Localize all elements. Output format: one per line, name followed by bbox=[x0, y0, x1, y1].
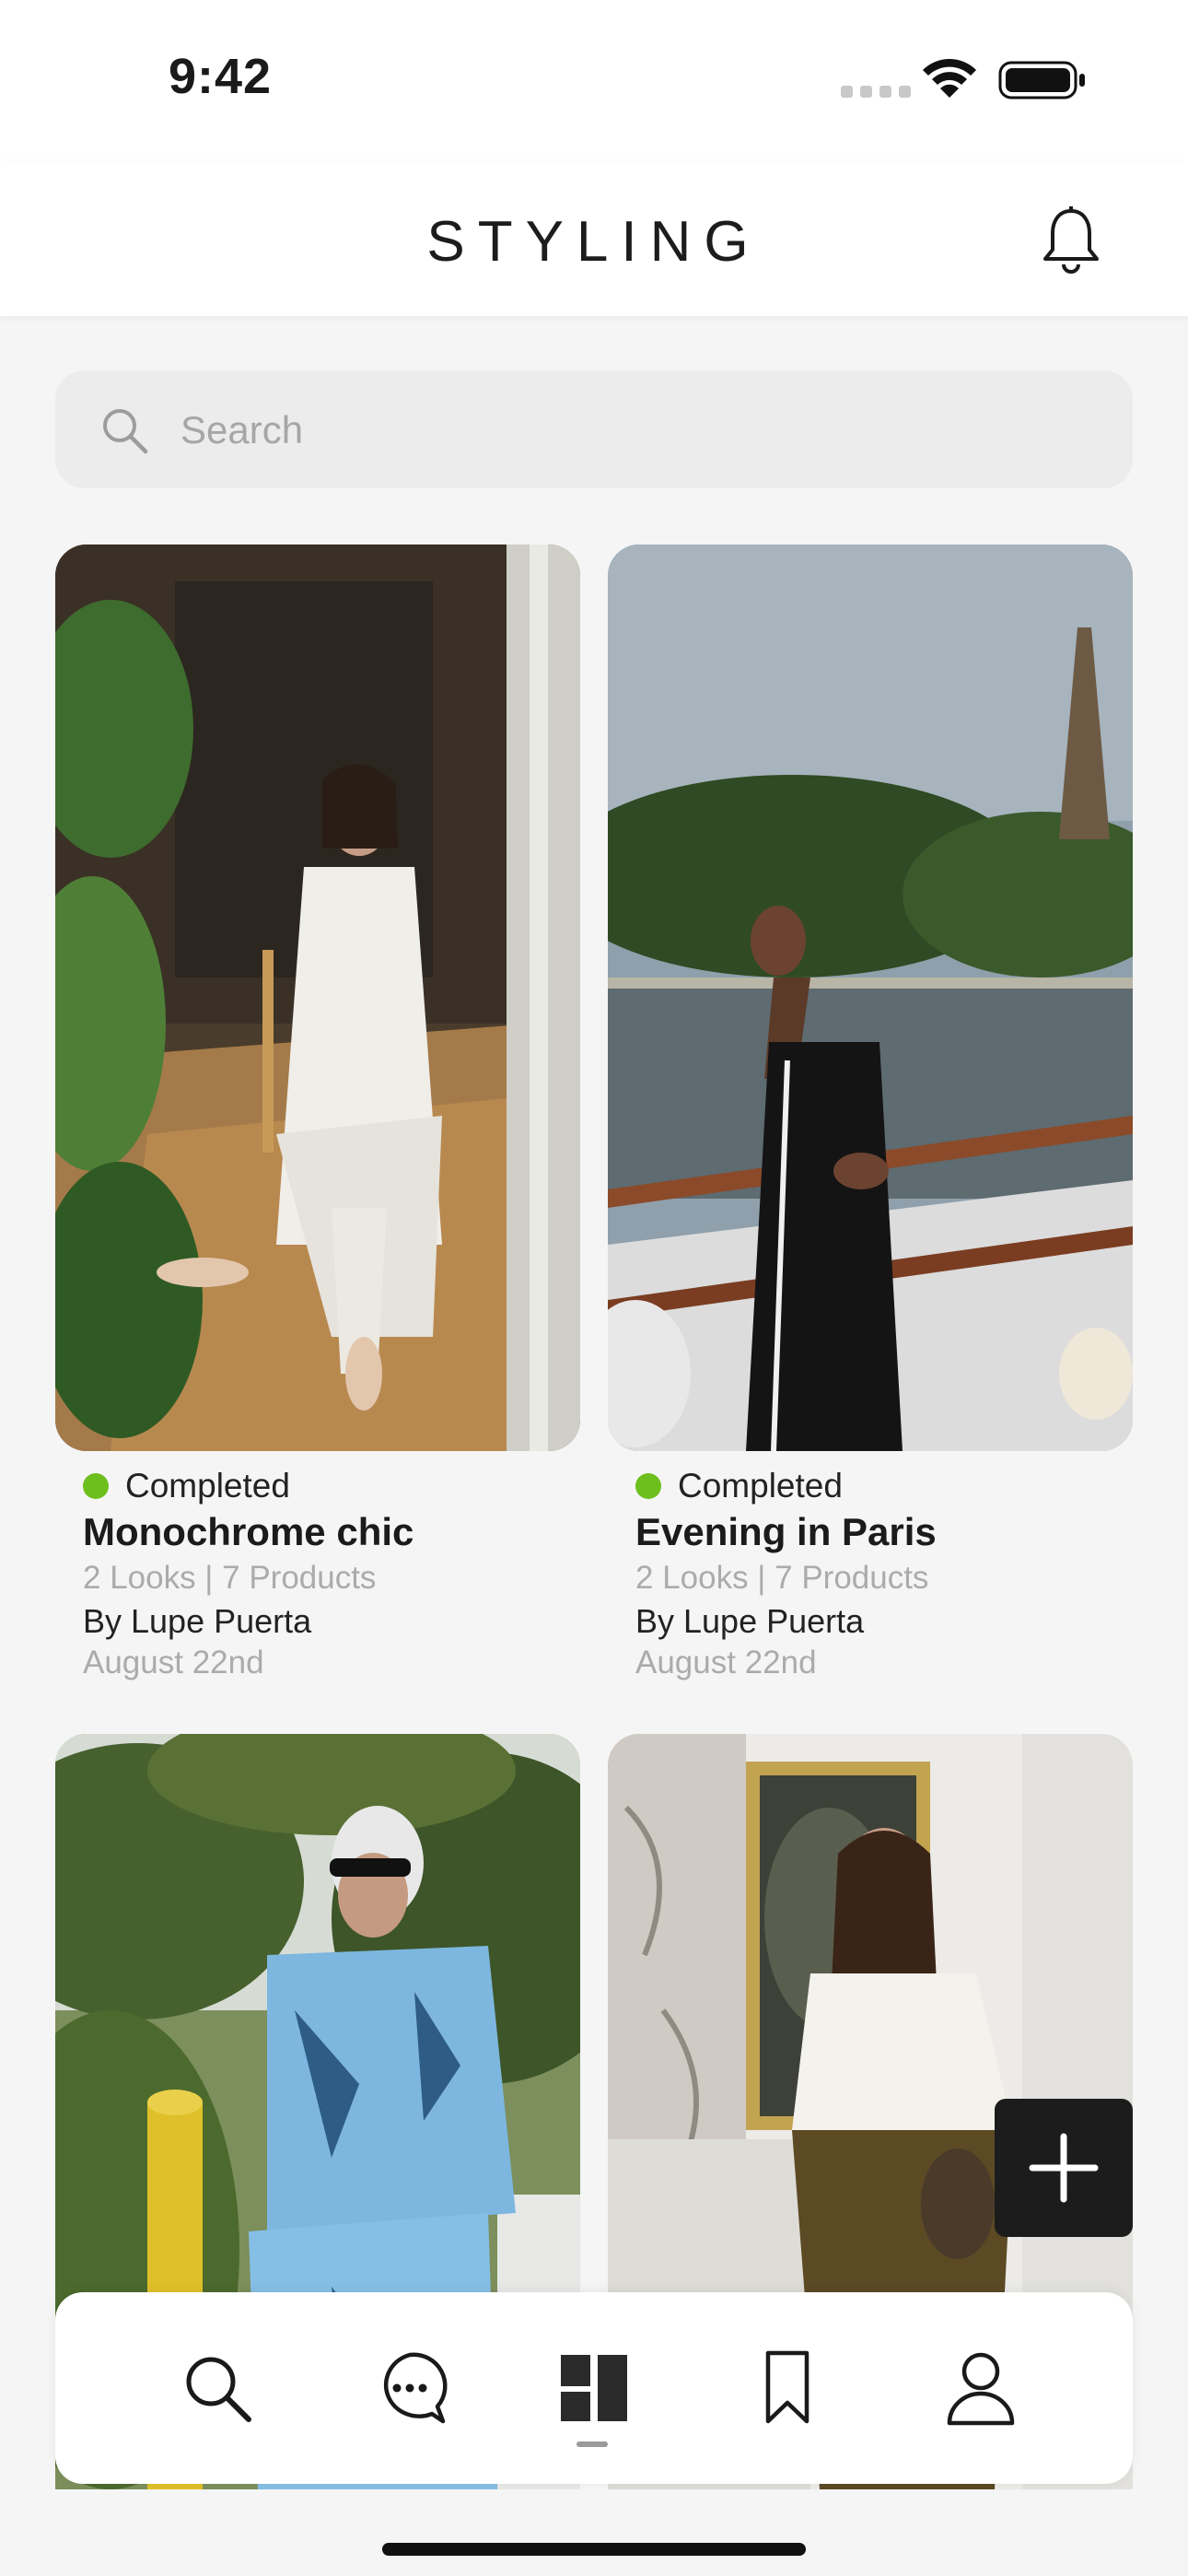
status-label: Completed bbox=[125, 1467, 290, 1505]
cellular-signal-icon bbox=[841, 86, 911, 98]
status-badge: Completed bbox=[635, 1464, 1133, 1508]
search-icon bbox=[186, 2357, 251, 2422]
status-badge: Completed bbox=[83, 1464, 580, 1508]
battery-icon bbox=[998, 61, 1085, 100]
status-label: Completed bbox=[678, 1467, 843, 1505]
status-bar: 9:42 bbox=[0, 0, 1188, 161]
status-dot-icon bbox=[83, 1473, 109, 1499]
plus-icon bbox=[1029, 2133, 1099, 2203]
search-icon bbox=[103, 409, 148, 454]
tab-profile[interactable] bbox=[937, 2344, 1025, 2432]
add-button[interactable] bbox=[995, 2099, 1133, 2237]
wifi-icon bbox=[923, 59, 976, 98]
card-date: August 22nd bbox=[83, 1645, 264, 1680]
search-bar[interactable] bbox=[55, 370, 1133, 490]
tab-styling[interactable] bbox=[550, 2344, 638, 2432]
tab-search[interactable] bbox=[173, 2344, 262, 2432]
app-header: STYLING bbox=[0, 161, 1188, 316]
card-author: By Lupe Puerta bbox=[83, 1602, 312, 1640]
bottom-tab-bar bbox=[55, 2292, 1133, 2484]
styling-card[interactable]: Completed Evening in Paris 2 Looks | 7 P… bbox=[608, 544, 1133, 1681]
page-title: STYLING bbox=[426, 210, 762, 274]
home-indicator[interactable] bbox=[382, 2543, 806, 2556]
card-author: By Lupe Puerta bbox=[635, 1602, 865, 1640]
chat-icon bbox=[383, 2352, 448, 2424]
tab-saved[interactable] bbox=[743, 2344, 832, 2432]
dashboard-icon bbox=[561, 2355, 627, 2421]
card-image-evening-in-paris[interactable] bbox=[608, 544, 1133, 1451]
card-meta: 2 Looks | 7 Products bbox=[83, 1560, 377, 1596]
status-time: 9:42 bbox=[169, 49, 273, 104]
bookmark-icon bbox=[765, 2350, 809, 2424]
active-tab-indicator bbox=[577, 2441, 608, 2447]
tab-messages[interactable] bbox=[366, 2344, 454, 2432]
profile-icon bbox=[947, 2352, 1015, 2426]
card-meta: 2 Looks | 7 Products bbox=[635, 1560, 929, 1596]
card-title: Monochrome chic bbox=[83, 1510, 414, 1553]
search-input[interactable] bbox=[179, 370, 1103, 490]
notification-bell-icon[interactable] bbox=[1039, 205, 1103, 275]
styling-card[interactable]: Completed Monochrome chic 2 Looks | 7 Pr… bbox=[55, 544, 580, 1681]
card-title: Evening in Paris bbox=[635, 1510, 937, 1553]
status-dot-icon bbox=[635, 1473, 661, 1499]
card-date: August 22nd bbox=[635, 1645, 817, 1680]
card-image-monochrome-chic[interactable] bbox=[55, 544, 580, 1451]
